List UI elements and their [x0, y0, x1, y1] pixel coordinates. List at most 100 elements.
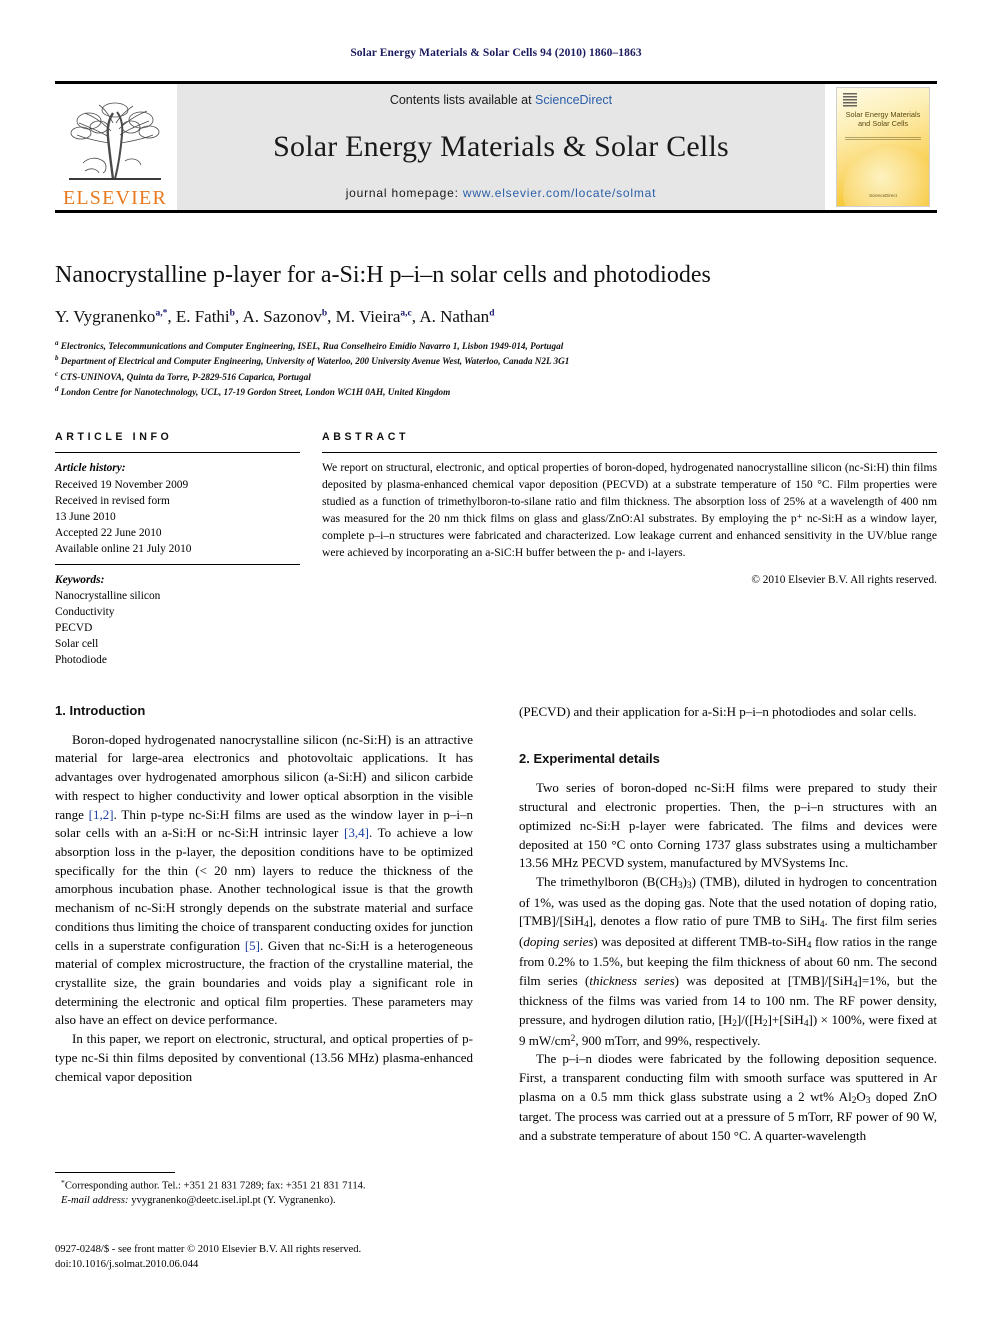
- section-heading-introduction: 1. Introduction: [55, 702, 146, 718]
- journal-banner: Contents lists available at ScienceDirec…: [177, 84, 825, 210]
- affiliation-d-mark: d: [55, 385, 59, 394]
- author-0-name: Y. Vygranenko: [55, 306, 156, 326]
- author-2: A. Sazonovb: [243, 307, 328, 326]
- citation-3-4[interactable]: [3,4]: [344, 825, 369, 840]
- author-4: A. Nathand: [419, 307, 494, 326]
- cover-title: Solar Energy Materials and Solar Cells: [837, 110, 929, 129]
- article-info-rule: [55, 452, 300, 454]
- keyword-1: Conductivity: [55, 605, 115, 618]
- author-3: M. Vieiraa,c: [336, 307, 412, 326]
- abstract-text: We report on structural, electronic, and…: [322, 461, 937, 560]
- abstract-rule: [322, 452, 937, 454]
- author-2-marks: b: [321, 308, 328, 319]
- history-item-3: Accepted 22 June 2010: [55, 527, 162, 540]
- affiliation-d: d London Centre for Nanotechnology, UCL,…: [55, 384, 937, 399]
- exp-p2-s: ]/([H: [736, 1012, 763, 1028]
- author-1-marks: b: [229, 308, 235, 319]
- exp-p2-o: ) was deposited at [TMB]/[SiH: [674, 972, 853, 988]
- cover-title-line2: and Solar Cells: [857, 119, 909, 129]
- cover-elsevier-mark-icon: [843, 93, 857, 107]
- author-3-marks: a,c: [400, 308, 412, 319]
- email-label: E-mail address:: [61, 1195, 129, 1207]
- exp-p2-u: ]+[SiH: [767, 1012, 804, 1028]
- affiliation-d-text: London Centre for Nanotechnology, UCL, 1…: [60, 387, 451, 398]
- abstract-column: ABSTRACT We report on structural, electr…: [322, 431, 937, 668]
- author-1: E. Fathib: [176, 307, 235, 326]
- affiliation-a-text: Electronics, Telecommunications and Comp…: [60, 340, 564, 351]
- section-heading-experimental: 2. Experimental details: [519, 751, 660, 767]
- affiliation-list: a Electronics, Telecommunications and Co…: [55, 338, 937, 400]
- affiliation-c-mark: c: [55, 369, 59, 378]
- exp-p2-y: , 900 mTorr, and 99%, respectively.: [575, 1032, 761, 1048]
- exp-p2-a: The trimethylboron (B(CH: [536, 873, 678, 889]
- exp-p2-n: thickness series: [589, 972, 675, 988]
- body-columns: 1. Introduction Boron-doped hydrogenated…: [55, 703, 937, 1146]
- history-item-2: 13 June 2010: [55, 510, 116, 523]
- affiliation-b-mark: b: [55, 354, 59, 363]
- affiliation-b-text: Department of Electrical and Computer En…: [60, 356, 570, 367]
- history-item-0: Received 19 November 2009: [55, 478, 189, 491]
- keyword-0: Nanocrystalline silicon: [55, 589, 161, 602]
- article-history-block: Article history: Received 19 November 20…: [55, 460, 300, 563]
- keyword-3: Solar cell: [55, 638, 99, 651]
- keywords-block: Keywords: Nanocrystalline silicon Conduc…: [55, 565, 300, 669]
- exp-p2-g: ], denotes a flow ratio of pure TMB to S…: [588, 913, 820, 929]
- keyword-2: PECVD: [55, 622, 93, 635]
- running-head: Solar Energy Materials & Solar Cells 94 …: [350, 47, 642, 59]
- article-info-heading: ARTICLE INFO: [55, 431, 173, 444]
- doi-line[interactable]: doi:10.1016/j.solmat.2010.06.044: [55, 1258, 485, 1273]
- journal-masthead: ELSEVIER Contents lists available at Sci…: [55, 81, 937, 213]
- keyword-4: Photodiode: [55, 654, 107, 667]
- abstract-heading: ABSTRACT: [322, 431, 410, 444]
- corresponding-author-text: Corresponding author. Tel.: +351 21 831 …: [64, 1180, 366, 1192]
- affiliation-a-mark: a: [55, 338, 59, 347]
- contents-available-line: Contents lists available at ScienceDirec…: [390, 93, 612, 107]
- issn-line: 0927-0248/$ - see front matter © 2010 El…: [55, 1244, 362, 1255]
- author-list: Y. Vygranenkoa,*, E. Fathib, A. Sazonovb…: [55, 306, 495, 326]
- author-4-name: A. Nathan: [419, 306, 490, 326]
- intro-paragraph-2-right: (PECVD) and their application for a-Si:H…: [519, 703, 917, 719]
- body-column-left: 1. Introduction Boron-doped hydrogenated…: [55, 703, 473, 1146]
- citation-5[interactable]: [5]: [245, 938, 260, 953]
- journal-cover-thumbnail: Solar Energy Materials and Solar Cells S…: [829, 84, 937, 210]
- affiliation-c-text: CTS-UNINOVA, Quinta da Torre, P-2829-516…: [60, 371, 311, 382]
- body-column-right: (PECVD) and their application for a-Si:H…: [519, 703, 937, 1146]
- intro-paragraph-2-left: In this paper, we report on electronic, …: [55, 1031, 473, 1084]
- experimental-paragraph-2: The trimethylboron (B(CH3)3) (TMB), dilu…: [519, 873, 937, 1050]
- experimental-paragraph-1: Two series of boron-doped nc-Si:H films …: [519, 780, 937, 871]
- author-4-marks: d: [489, 308, 495, 319]
- cover-subtitle-bar: [845, 137, 921, 141]
- contents-prefix: Contents lists available at: [389, 93, 536, 107]
- keywords-label: Keywords:: [55, 573, 105, 586]
- footnote-block: *Corresponding author. Tel.: +351 21 831…: [55, 1172, 473, 1209]
- elsevier-tree-icon: [69, 102, 161, 180]
- footnote-rule: [55, 1172, 175, 1173]
- imprint-block: 0927-0248/$ - see front matter © 2010 El…: [55, 1243, 485, 1272]
- info-abstract-band: ARTICLE INFO Article history: Received 1…: [55, 431, 937, 668]
- exp-p2-k: ) was deposited at different TMB-to-SiH: [593, 933, 807, 949]
- exp-p2-j: doping series: [523, 933, 594, 949]
- experimental-paragraph-3: The p–i–n diodes were fabricated by the …: [519, 1050, 937, 1145]
- intro-paragraph-1: Boron-doped hydrogenated nanocrystalline…: [55, 731, 473, 1031]
- author-0: Y. Vygranenkoa,*: [55, 307, 167, 326]
- affiliation-a: a Electronics, Telecommunications and Co…: [55, 338, 937, 353]
- email-address[interactable]: yvygranenko@deetc.isel.ipl.pt (Y. Vygran…: [131, 1195, 335, 1206]
- page-title: Nanocrystalline p-layer for a-Si:H p–i–n…: [55, 262, 711, 288]
- affiliation-b: b Department of Electrical and Computer …: [55, 353, 937, 368]
- author-1-name: E. Fathi: [175, 306, 230, 326]
- intro-p1-c: . To achieve a low absorption loss in th…: [55, 825, 473, 953]
- corresponding-author-note: *Corresponding author. Tel.: +351 21 831…: [55, 1178, 473, 1194]
- elsevier-wordmark: ELSEVIER: [62, 187, 168, 209]
- email-note: E-mail address: yvygranenko@deetc.isel.i…: [55, 1194, 473, 1209]
- citation-1-2[interactable]: [1,2]: [89, 807, 114, 822]
- exp-p3-c: O: [856, 1088, 866, 1104]
- homepage-prefix: journal homepage:: [345, 186, 463, 200]
- sciencedirect-link[interactable]: ScienceDirect: [535, 93, 612, 107]
- elsevier-logo: ELSEVIER: [55, 84, 175, 210]
- author-0-marks: a,*: [155, 308, 168, 319]
- journal-homepage-link[interactable]: www.elsevier.com/locate/solmat: [463, 186, 656, 200]
- article-page: Solar Energy Materials & Solar Cells 94 …: [0, 0, 992, 1323]
- cover-title-line1: Solar Energy Materials: [845, 110, 921, 119]
- history-item-4: Available online 21 July 2010: [55, 543, 192, 556]
- history-item-1: Received in revised form: [55, 494, 170, 507]
